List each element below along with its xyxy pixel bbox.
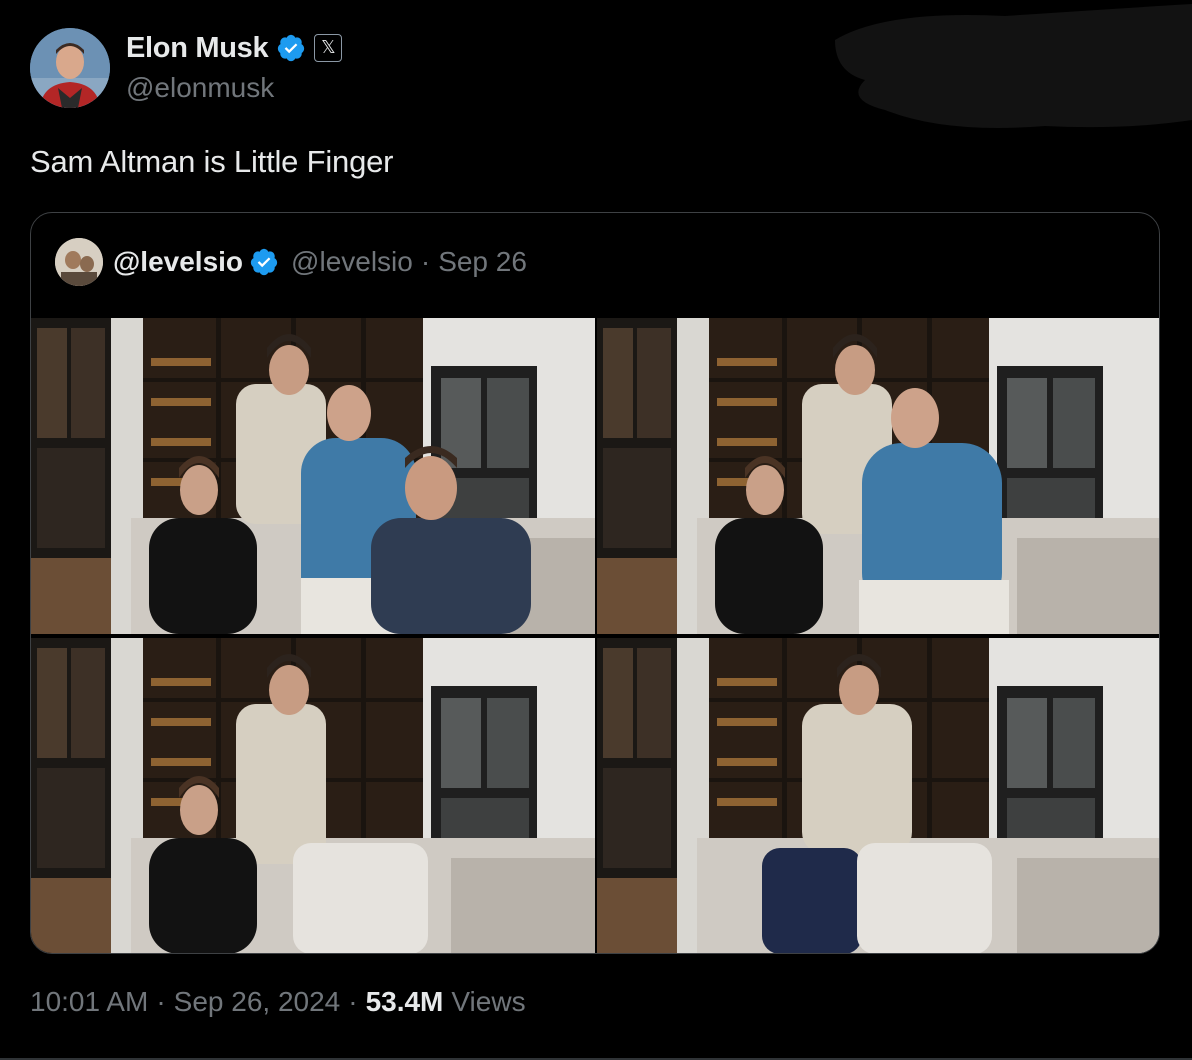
photo-image [597,638,1160,953]
profile-photo-icon [30,28,110,108]
media-photo-three-people[interactable] [597,318,1160,634]
quoted-author-name[interactable]: @levelsio [113,246,243,278]
photo-image [31,318,595,634]
tweet-time[interactable]: 10:01 AM [30,986,148,1018]
tweet-text: Sam Altman is Little Finger [30,144,394,179]
quoted-tweet-date[interactable]: Sep 26 [438,246,527,278]
views-label[interactable]: Views [451,986,525,1018]
x-affiliation-badge[interactable]: 𝕏 [314,34,343,62]
redaction-scribble [835,4,1192,128]
photo-image [31,638,595,953]
author-handle[interactable]: @elonmusk [126,72,274,104]
quoted-author-handle[interactable]: @levelsio [291,246,413,278]
views-count[interactable]: 53.4M [366,986,444,1018]
profile-photo-icon [55,238,103,286]
quoted-tweet-card[interactable]: @levelsio @levelsio · Sep 26 [30,212,1160,954]
separator-dot: · [420,246,431,277]
separator-dot: · [156,986,166,1017]
photo-image [597,318,1160,634]
media-photo-one-person[interactable] [597,638,1160,953]
tweet-meta: 10:01 AM · Sep 26, 2024 · 53.4M Views [30,986,526,1018]
media-photo-two-people[interactable] [31,638,595,953]
author-name-row: Elon Musk 𝕏 [126,30,343,66]
media-photo-four-people[interactable] [31,318,595,634]
verified-badge-icon [278,34,305,62]
media-grid [31,318,1160,953]
author-avatar[interactable] [30,28,110,108]
quoted-author-avatar[interactable] [55,238,103,286]
author-display-name[interactable]: Elon Musk [126,32,269,65]
tweet-date[interactable]: Sep 26, 2024 [174,986,341,1018]
separator-dot: · [348,986,358,1017]
tweet: Elon Musk 𝕏 @elonmusk Sam Altman is Litt… [0,0,1192,1060]
verified-badge-icon [250,248,278,276]
quoted-tweet-header: @levelsio @levelsio · Sep 26 [55,237,527,287]
